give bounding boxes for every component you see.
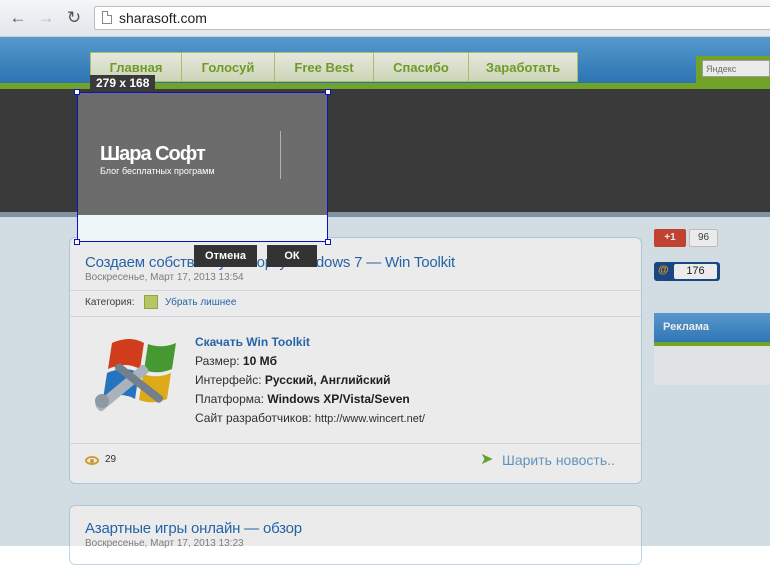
resize-handle-bottom-left[interactable]: [74, 239, 80, 245]
capture-selection[interactable]: Шара Софт Блог бесплатных программ: [77, 92, 328, 242]
selection-content: [78, 215, 327, 241]
browser-toolbar: ← → ↻ sharasoft.com: [0, 0, 770, 37]
forward-arrow-icon[interactable]: →: [36, 8, 56, 28]
site-tagline: Блог бесплатных программ: [100, 166, 215, 176]
selection-size-label: 279 x 168: [90, 75, 156, 91]
cancel-button[interactable]: Отмена: [194, 245, 257, 267]
reload-icon[interactable]: ↻: [64, 8, 84, 28]
resize-handle-top-left[interactable]: [74, 89, 80, 95]
resize-handle-bottom-right[interactable]: [325, 239, 331, 245]
page-icon: [102, 11, 112, 24]
site-logo-text[interactable]: Шара Софт: [100, 143, 206, 166]
url-text: sharasoft.com: [119, 10, 207, 26]
resize-handle-top-right[interactable]: [325, 89, 331, 95]
back-arrow-icon[interactable]: ←: [8, 8, 28, 28]
banner-separator: [280, 131, 281, 179]
address-bar[interactable]: sharasoft.com: [94, 6, 770, 30]
ok-button[interactable]: ОК: [267, 245, 317, 267]
